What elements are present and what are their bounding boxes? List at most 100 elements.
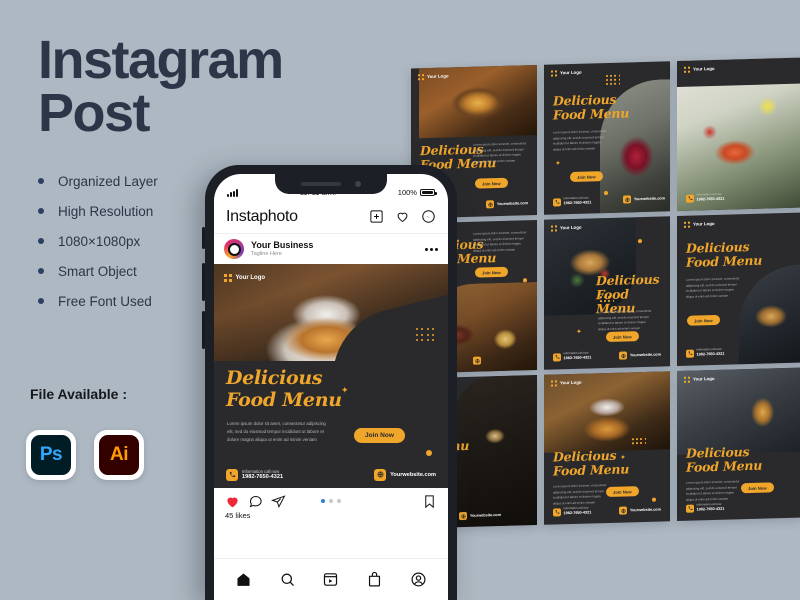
card-call-number: 1982-7650-4321	[696, 196, 725, 202]
post-template-grid: Your Logo Delicious Food Menu Lorem ipsu…	[411, 57, 800, 535]
card-title: Delicious Food Menu	[553, 448, 629, 479]
card-phone[interactable]: Information call now 1982-7650-4321	[553, 506, 592, 517]
sparkle-icon: ✦	[576, 328, 582, 336]
post-card-8[interactable]: Your Logo Delicious Food Menu ✦ Lorem ip…	[544, 371, 670, 525]
orange-dot-decoration	[426, 450, 432, 456]
card-logo: Your Logo	[684, 221, 715, 228]
card-cta-button[interactable]: Join Now	[606, 486, 639, 498]
dot-grid-decoration	[600, 295, 615, 302]
card-phone-text: Information call now 1982-7650-4321	[696, 347, 725, 357]
card-website-text: Yourwebsite.com	[496, 201, 528, 207]
dot-grid-decoration	[606, 74, 621, 85]
card-website[interactable]: Yourwebsite.com	[486, 199, 528, 209]
heart-icon[interactable]	[395, 209, 410, 224]
card-phone[interactable]: Information call now 1982-7650-4321	[553, 196, 592, 207]
post-card-3[interactable]: Your Logo Information call now 1982-7650…	[677, 57, 800, 212]
card-title-line2: Food Menu	[686, 457, 763, 475]
carousel-dot-3[interactable]	[337, 499, 341, 503]
page-title: Instagram Post	[38, 33, 378, 140]
bullet-dot-icon	[38, 268, 44, 275]
card-cta-button[interactable]: Join Now	[475, 177, 508, 189]
share-icon[interactable]	[271, 494, 286, 509]
messenger-icon[interactable]	[421, 209, 436, 224]
card-logo: Your Logo	[551, 380, 582, 387]
phone-icon	[686, 504, 694, 513]
shop-icon[interactable]	[366, 571, 383, 588]
globe-icon	[459, 511, 468, 521]
post-phone[interactable]: Information call now 1982-7650-4321	[226, 469, 283, 481]
phone-icon	[553, 198, 561, 207]
file-format-icons: Ps Ai	[26, 430, 144, 480]
phone-mute-button[interactable]	[202, 227, 205, 249]
dot-grid-decoration	[632, 437, 647, 445]
post-card-2[interactable]: Your Logo Delicious Food Menu Lorem ipsu…	[544, 61, 670, 215]
post-title-line2: Food Menu	[226, 388, 342, 411]
post-website[interactable]: Yourwebsite.com	[374, 468, 436, 481]
card-phone-text: Information call now 1982-7650-4321	[564, 506, 592, 516]
post-card-5[interactable]: Your Logo Delicious Food Menu Lorem ipsu…	[544, 216, 670, 370]
front-camera-icon	[355, 181, 361, 187]
card-phone[interactable]: Information call now 1982-7650-4321	[686, 502, 724, 513]
card-logo-text: Your Logo	[559, 225, 582, 231]
post-author-tagline: Tagline Here	[251, 250, 282, 257]
feature-label: High Resolution	[58, 203, 154, 219]
photoshop-file-badge: Ps	[26, 430, 76, 480]
logo-squares-icon	[684, 66, 690, 73]
battery-icon	[419, 189, 437, 196]
phone-volume-down-button[interactable]	[202, 311, 205, 349]
card-call-number: 1982-7650-4321	[696, 351, 725, 357]
card-cta-button[interactable]: Join Now	[475, 266, 508, 278]
profile-icon[interactable]	[410, 571, 427, 588]
file-available-label: File Available :	[30, 386, 127, 402]
bullet-dot-icon	[38, 178, 44, 185]
card-phone[interactable]: Information call now 1982-7650-4321	[686, 192, 725, 203]
sparkle-icon: ✦	[341, 385, 349, 395]
sparkle-icon: ✦	[555, 160, 561, 168]
post-cta-button[interactable]: Join Now	[354, 428, 405, 443]
home-icon[interactable]	[235, 571, 252, 588]
post-phone-text: Information call now 1982-7650-4321	[242, 469, 283, 481]
reels-icon[interactable]	[322, 571, 339, 588]
card-logo-text: Your Logo	[559, 70, 582, 76]
card-website-text: Yourwebsite.com	[629, 352, 661, 358]
card-call-number: 1982-7650-4321	[563, 200, 592, 206]
card-website[interactable]: Yourwebsite.com	[623, 194, 665, 204]
carousel-dot-1[interactable]	[321, 499, 325, 503]
phone-notch	[275, 174, 387, 194]
globe-icon	[374, 468, 387, 481]
card-phone[interactable]: Information call now 1982-7650-4321	[553, 351, 592, 362]
post-footer: Information call now 1982-7650-4321 Your…	[214, 469, 448, 481]
card-phone[interactable]: Information call now 1982-7650-4321	[686, 347, 725, 358]
post-call-number: 1982-7650-4321	[242, 474, 284, 481]
card-website[interactable]: Yourwebsite.com	[619, 350, 661, 360]
card-cta-button[interactable]: Join Now	[606, 331, 639, 343]
bookmark-icon[interactable]	[422, 494, 437, 509]
phone-volume-up-button[interactable]	[202, 263, 205, 301]
comment-icon[interactable]	[248, 494, 263, 509]
logo-squares-icon	[684, 376, 690, 383]
carousel-dot-2[interactable]	[329, 499, 333, 503]
card-logo: Your Logo	[418, 73, 449, 81]
card-website[interactable]	[473, 356, 481, 365]
signal-bars-icon	[227, 189, 238, 197]
avatar[interactable]	[224, 239, 244, 259]
heart-filled-icon[interactable]	[225, 494, 240, 509]
card-logo: Your Logo	[551, 70, 582, 77]
post-card-9[interactable]: Your Logo Delicious Food Menu Lorem ipsu…	[677, 367, 800, 522]
post-card-6[interactable]: Your Logo Delicious Food Menu Lorem ipsu…	[677, 212, 800, 367]
card-phone-text: Information call now 1982-7650-4321	[564, 351, 592, 361]
bullet-dot-icon	[38, 238, 44, 245]
globe-icon	[473, 356, 481, 365]
card-cta-button[interactable]: Join Now	[570, 171, 603, 183]
card-cta-button[interactable]: Join Now	[687, 314, 720, 326]
search-icon[interactable]	[279, 571, 296, 588]
card-website[interactable]: Yourwebsite.com	[459, 511, 501, 521]
card-website[interactable]: Yourwebsite.com	[619, 505, 661, 515]
phone-screen: 11: 11 a.m. 100% Instaphoto Your Busines…	[214, 174, 448, 600]
post-author[interactable]: Your Business Tagline Here	[214, 234, 448, 264]
post-image[interactable]: Your Logo Delicious Food Menu ✦ Lorem ip…	[214, 264, 448, 488]
card-cta-button[interactable]: Join Now	[741, 482, 774, 494]
more-options-icon[interactable]	[425, 247, 438, 251]
feature-label: Organized Layer	[58, 173, 158, 189]
plus-box-icon[interactable]	[369, 209, 384, 224]
